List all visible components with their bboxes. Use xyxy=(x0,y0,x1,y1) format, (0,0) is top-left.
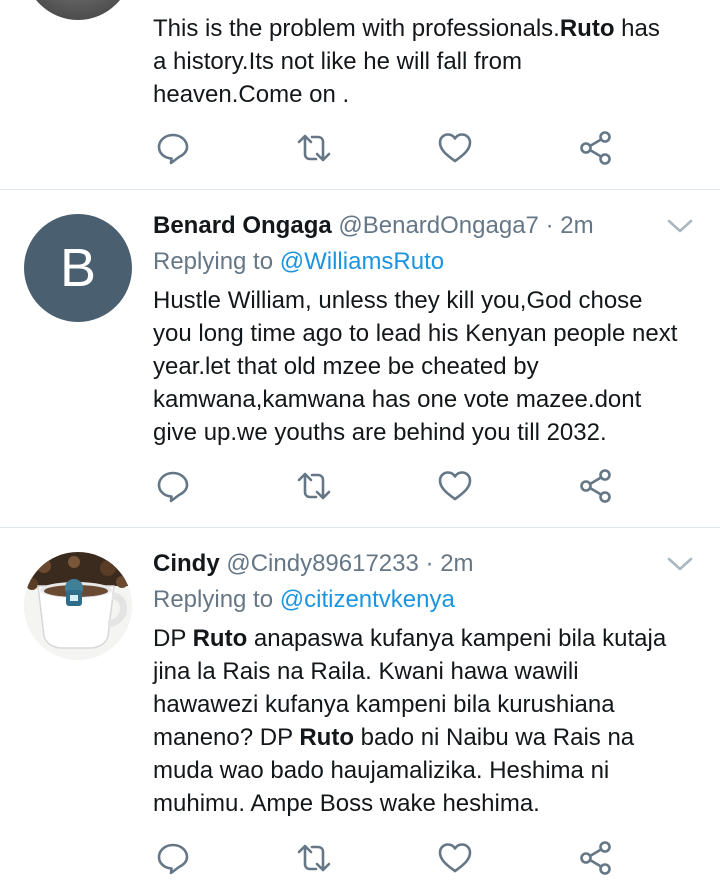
share-icon xyxy=(580,131,611,165)
tweet-header: Benard Ongaga @BenardOngaga7 · 2m xyxy=(153,212,594,240)
replying-to: Replying to @citizentvkenya xyxy=(153,586,455,613)
avatar-initial: B xyxy=(59,238,97,298)
avatar[interactable] xyxy=(24,552,132,660)
like-icon xyxy=(438,133,472,163)
replying-to: Replying to @WilliamsRuto xyxy=(153,248,445,275)
reply-handle-link[interactable]: @WilliamsRuto xyxy=(280,248,444,275)
reply-button[interactable] xyxy=(155,130,191,166)
retweet-icon xyxy=(297,844,331,872)
chevron-down-icon xyxy=(667,219,693,233)
coffee-cup-avatar-image xyxy=(24,552,132,660)
timestamp: · 2m xyxy=(425,550,474,577)
tweet-header: Cindy @Cindy89617233 · 2m xyxy=(153,550,474,578)
tweet-3[interactable]: Cindy @Cindy89617233 · 2m Replying to @c… xyxy=(0,528,720,880)
tweet-actions xyxy=(0,130,720,170)
like-button[interactable] xyxy=(437,468,473,504)
share-icon xyxy=(580,841,611,875)
like-icon xyxy=(438,471,472,501)
retweet-icon xyxy=(297,472,331,500)
tweet-text: This is the problem with professionals.R… xyxy=(153,15,660,108)
avatar[interactable]: B xyxy=(24,214,132,322)
share-icon xyxy=(580,469,611,503)
reply-icon xyxy=(157,133,189,165)
retweet-button[interactable] xyxy=(296,130,332,166)
share-button[interactable] xyxy=(578,130,614,166)
user-handle[interactable]: @BenardOngaga7 xyxy=(338,212,539,239)
tweet-text: DP Ruto anapaswa kufanya kampeni bila ku… xyxy=(153,625,667,817)
retweet-icon xyxy=(297,134,331,162)
tweet-menu-button[interactable] xyxy=(666,212,694,240)
tweet-text: Hustle William, unless they kill you,God… xyxy=(153,287,678,446)
like-button[interactable] xyxy=(437,130,473,166)
tweet-actions xyxy=(0,468,720,508)
chevron-down-icon xyxy=(667,557,693,571)
reply-icon xyxy=(157,471,189,503)
retweet-button[interactable] xyxy=(296,468,332,504)
tweet-1[interactable]: This is the problem with professionals.R… xyxy=(0,0,720,190)
share-button[interactable] xyxy=(578,840,614,876)
like-button[interactable] xyxy=(437,840,473,876)
reply-icon xyxy=(157,843,189,875)
tweet-2[interactable]: B Benard Ongaga @BenardOngaga7 · 2m Repl… xyxy=(0,190,720,528)
avatar[interactable] xyxy=(24,0,132,20)
display-name[interactable]: Cindy xyxy=(153,550,220,577)
reply-button[interactable] xyxy=(155,468,191,504)
retweet-button[interactable] xyxy=(296,840,332,876)
timestamp: · 2m xyxy=(545,212,594,239)
like-icon xyxy=(438,843,472,873)
tweet-menu-button[interactable] xyxy=(666,550,694,578)
display-name[interactable]: Benard Ongaga xyxy=(153,212,332,239)
user-handle[interactable]: @Cindy89617233 xyxy=(226,550,419,577)
reply-button[interactable] xyxy=(155,840,191,876)
reply-handle-link[interactable]: @citizentvkenya xyxy=(280,586,455,613)
share-button[interactable] xyxy=(578,468,614,504)
tweet-actions xyxy=(0,840,720,880)
